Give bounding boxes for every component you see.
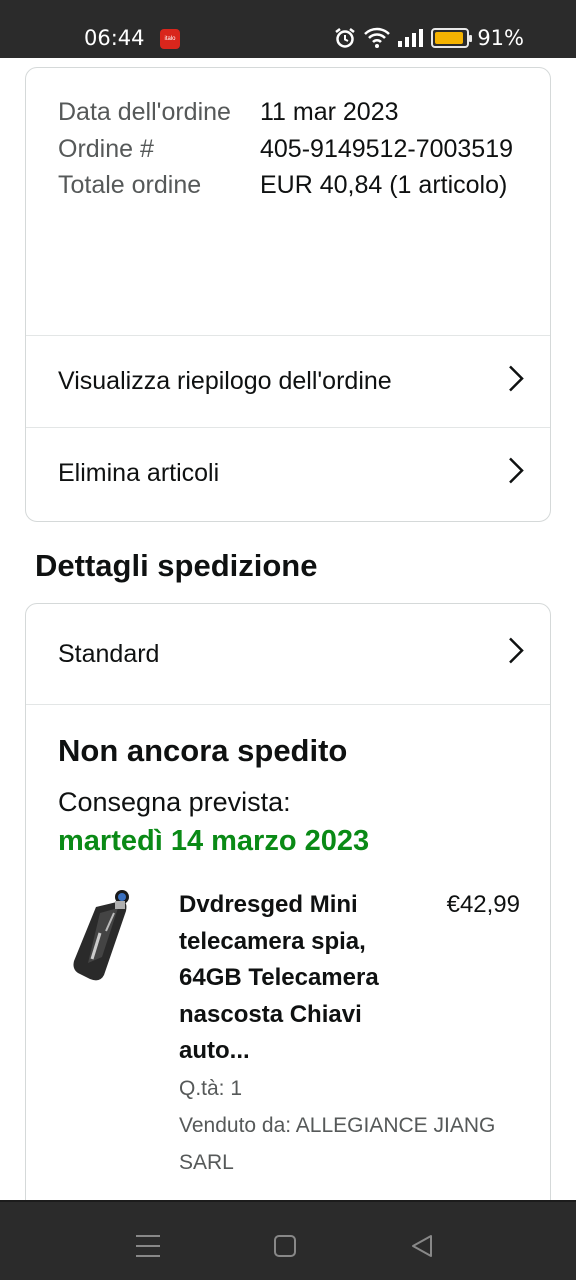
product-price: €42,99 xyxy=(446,891,520,918)
order-summary-card: Data dell'ordine 11 mar 2023 Ordine # 40… xyxy=(25,67,551,522)
battery-level xyxy=(435,32,463,44)
product-seller: Venduto da: ALLEGIANCE JIANG SARL xyxy=(179,1114,496,1174)
shipment-status: Non ancora spedito xyxy=(58,733,348,768)
battery-icon xyxy=(431,28,473,48)
battery-percent: 91% xyxy=(477,26,524,50)
delete-items-link[interactable]: Elimina articoli xyxy=(26,427,550,519)
expected-delivery-date: martedì 14 marzo 2023 xyxy=(58,825,370,857)
menu-icon[interactable] xyxy=(135,1234,161,1263)
order-info: Data dell'ordine 11 mar 2023 Ordine # 40… xyxy=(58,94,530,204)
product-title[interactable]: Dvdresged Mini telecamera spia, 64GB Tel… xyxy=(179,887,414,1070)
status-icons: 91% xyxy=(333,24,524,52)
product-quantity: Q.tà: 1 xyxy=(179,1077,243,1100)
order-date-value: 11 mar 2023 xyxy=(260,98,399,126)
shipment-details: Non ancora spedito Consegna prevista: ma… xyxy=(26,704,550,1174)
signal-icon xyxy=(397,28,425,48)
delete-items-label: Elimina articoli xyxy=(58,459,220,487)
shipping-details-title: Dettagli spedizione xyxy=(35,548,318,583)
shipping-method-label: Standard xyxy=(58,639,160,668)
wifi-icon xyxy=(363,27,391,49)
system-nav-bar xyxy=(0,1200,576,1280)
order-date-row: Data dell'ordine 11 mar 2023 xyxy=(58,94,530,131)
order-total-label: Totale ordine xyxy=(58,171,202,199)
chevron-right-icon xyxy=(508,637,524,672)
alarm-icon xyxy=(333,26,357,50)
chevron-right-icon xyxy=(508,364,524,399)
order-number-value: 405-9149512-7003519 xyxy=(260,134,514,163)
notification-app-icon: italo xyxy=(160,29,180,49)
product-image[interactable] xyxy=(66,887,146,987)
order-total-value: EUR 40,84 (1 articolo) xyxy=(260,171,508,199)
order-total-row: Totale ordine EUR 40,84 (1 articolo) xyxy=(58,167,530,204)
view-order-summary-link[interactable]: Visualizza riepilogo dell'ordine xyxy=(26,335,550,427)
view-order-summary-label: Visualizza riepilogo dell'ordine xyxy=(58,367,392,395)
shipping-method-link[interactable]: Standard xyxy=(26,604,550,704)
shipping-card: Standard Non ancora spedito Consegna pre… xyxy=(25,603,551,1243)
status-bar: 06:44 italo 91% xyxy=(0,0,576,58)
back-icon[interactable] xyxy=(410,1234,434,1263)
order-number-label: Ordine # xyxy=(58,134,154,163)
status-time: 06:44 xyxy=(84,26,145,50)
home-icon[interactable] xyxy=(273,1234,297,1263)
order-number-row: Ordine # 405-9149512-7003519 xyxy=(58,131,530,168)
expected-delivery-label: Consegna prevista: xyxy=(58,787,291,817)
chevron-right-icon xyxy=(508,456,524,491)
order-date-label: Data dell'ordine xyxy=(58,98,231,126)
